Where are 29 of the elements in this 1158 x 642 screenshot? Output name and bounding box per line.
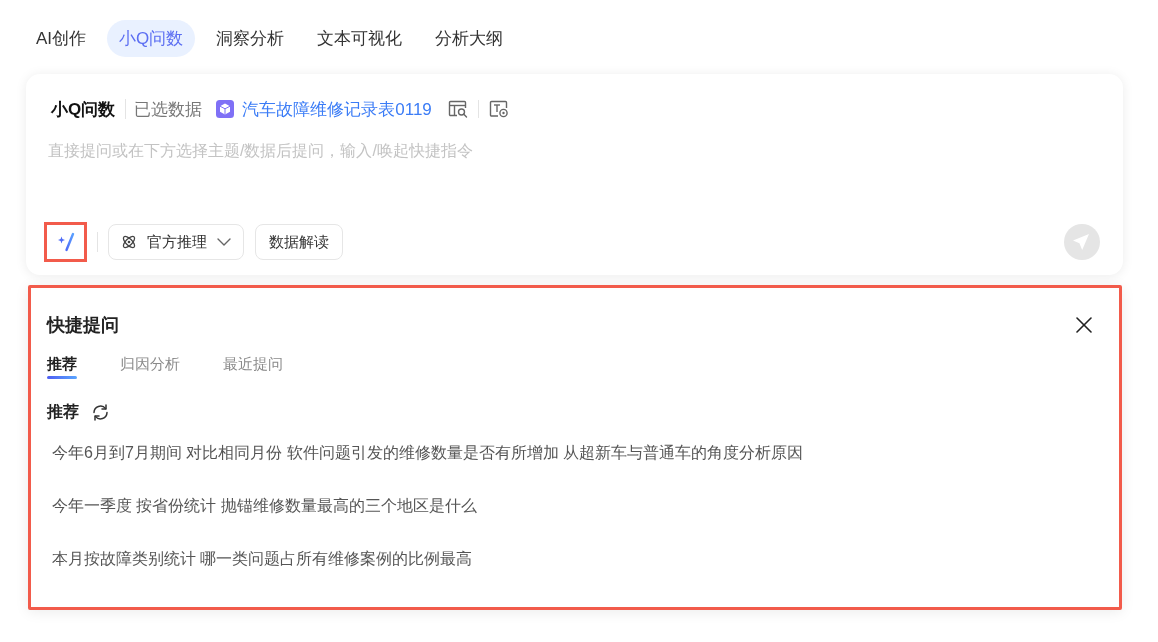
panel-title: 快捷提问 xyxy=(47,314,119,337)
question-input[interactable]: 直接提问或在下方选择主题/数据后提问，输入/唤起快捷指令 xyxy=(48,139,1101,222)
cube-icon xyxy=(216,100,235,118)
suggested-question[interactable]: 今年一季度 按省份统计 抛锚维修数量最高的三个地区是什么 xyxy=(52,494,477,518)
section-title: 推荐 xyxy=(47,401,79,422)
table-search-icon[interactable] xyxy=(447,100,468,118)
reasoning-dropdown[interactable]: 官方推理 xyxy=(108,224,244,260)
category-tab[interactable]: 归因分析 xyxy=(120,353,180,379)
close-icon[interactable] xyxy=(1076,317,1092,333)
mode-tab[interactable]: 洞察分析 xyxy=(204,20,297,57)
mode-tab[interactable]: 小Q问数 xyxy=(107,20,196,57)
category-tab[interactable]: 推荐 xyxy=(47,353,77,379)
category-tab[interactable]: 最近提问 xyxy=(223,353,283,379)
mode-tab[interactable]: AI创作 xyxy=(24,20,99,57)
text-frame-icon[interactable] xyxy=(488,100,509,118)
quick-command-button[interactable] xyxy=(44,222,87,262)
dataset-link[interactable]: 汽车故障维修记录表0119 xyxy=(242,97,432,121)
mode-tab[interactable]: 分析大纲 xyxy=(423,20,516,57)
data-label: 已选数据 xyxy=(134,98,203,121)
sparkle-slash-icon xyxy=(56,232,75,252)
data-interpret-button[interactable]: 数据解读 xyxy=(255,224,343,260)
paper-plane-icon xyxy=(1073,234,1089,250)
query-title: 小Q问数 xyxy=(51,98,116,121)
atom-icon xyxy=(121,234,137,250)
mode-tab[interactable]: 文本可视化 xyxy=(305,20,415,57)
refresh-icon[interactable] xyxy=(92,403,109,421)
suggested-question[interactable]: 本月按故障类别统计 哪一类问题占所有维修案例的比例最高 xyxy=(52,547,473,571)
chevron-down-icon xyxy=(217,238,231,246)
suggested-question[interactable]: 今年6月到7月期间 对比相同月份 软件问题引发的维修数量是否有所增加 从超新车与普通车的角度分析原因 xyxy=(52,441,804,465)
